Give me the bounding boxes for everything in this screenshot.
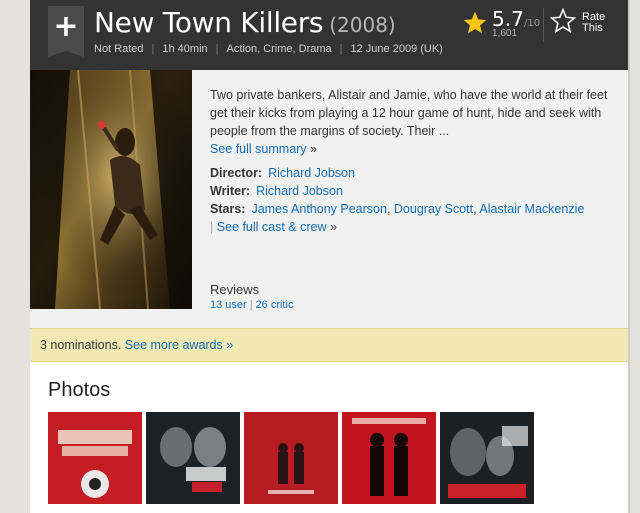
meta-separator: | [339,43,343,55]
photo-thumbnail[interactable] [440,412,534,504]
see-more-awards-link[interactable]: See more awards [125,338,223,352]
critic-reviews-link[interactable]: 26 critic [256,299,294,311]
see-full-summary-link[interactable]: See full summary [210,142,307,156]
comma-separator: , [386,202,391,216]
divider [543,8,544,42]
rating-max: /10 [524,18,541,29]
reviews-title: Reviews [210,282,260,297]
reviews-links: 13 user | 26 critic [210,299,293,311]
star-link[interactable]: Dougray Scott [394,202,473,216]
nominations-text: 3 nominations. [40,338,122,352]
poster-artwork [30,70,192,309]
awards-arrow: » [226,338,234,352]
reviews-section: Reviews 13 user | 26 critic [210,282,293,311]
stars-line: Stars: James Anthony Pearson, Dougray Sco… [210,200,620,236]
summary-section: Two private bankers, Alistair and Jamie,… [210,86,615,158]
director-link[interactable]: Richard Jobson [268,166,355,180]
page-border [628,0,630,513]
star-outline-icon [550,8,576,34]
plus-icon: + [53,9,79,44]
star-link[interactable]: Alastair Mackenzie [479,202,584,216]
writer-line: Writer: Richard Jobson [210,182,620,200]
star-icon [463,11,487,34]
rate-this-button[interactable]: Rate This [550,8,620,42]
title-subtext: Not Rated | 1h 40min | Action, Crime, Drama |… [94,43,443,55]
director-line: Director: Richard Jobson [210,164,620,182]
title-row: New Town Killers (2008) [94,6,396,39]
writer-link[interactable]: Richard Jobson [256,184,343,198]
photos-heading: Photos [48,379,111,401]
title-overview: Two private bankers, Alistair and Jamie,… [30,70,628,328]
add-to-watchlist-button[interactable]: + [48,6,84,57]
star-link[interactable]: James Anthony Pearson [251,202,387,216]
photo-thumbnail[interactable] [146,412,240,504]
awards-text: 3 nominations. See more awards » [40,338,233,352]
director-label: Director: [210,166,263,180]
genres-link[interactable]: Action, Crime, Drama [227,43,332,55]
meta-separator: | [215,43,219,55]
photo-thumbnail[interactable] [342,412,436,504]
photo-thumbnail[interactable] [244,412,338,504]
user-reviews-link[interactable]: 13 user [210,299,247,311]
reviews-separator: | [249,299,253,311]
poster-image[interactable] [30,70,192,309]
release-date-link[interactable]: 12 June 2009 (UK) [351,43,443,55]
bar-separator: | [210,220,214,234]
photo-thumbnail[interactable] [48,412,142,504]
rate-this-label: Rate This [582,11,606,34]
comma-separator: , [473,202,477,216]
poster-thumbnail-image [244,412,338,504]
poster-thumbnail-image [342,412,436,504]
summary-arrow: » [310,142,317,156]
title-year-link[interactable]: (2008) [329,13,396,37]
summary-text: Two private bankers, Alistair and Jamie,… [210,88,608,138]
poster-thumbnail-image [440,412,534,504]
writer-label: Writer: [210,184,251,198]
plot-summary: Two private bankers, Alistair and Jamie,… [210,86,615,158]
title-header: + New Town Killers (2008) Not Rated | 1h 40… [30,0,628,70]
see-full-cast-link[interactable]: See full cast & crew [217,220,327,234]
certificate: Not Rated [94,43,144,55]
rating-count-link[interactable]: 1,601 [492,28,517,39]
cast-arrow: » [329,220,337,234]
poster-thumbnail-image [48,412,142,504]
runtime: 1h 40min [162,43,208,55]
poster-thumbnail-image [146,412,240,504]
title-page: + New Town Killers (2008) Not Rated | 1h 40… [30,0,628,513]
imdb-rating: 5.7 /10 1,601 [462,7,542,44]
awards-bar: 3 nominations. See more awards » [30,328,628,362]
stars-label: Stars: [210,202,246,216]
meta-separator: | [151,43,155,55]
credits-section: Director: Richard Jobson Writer: Richard J… [210,164,620,236]
page-title: New Town Killers [94,6,324,39]
